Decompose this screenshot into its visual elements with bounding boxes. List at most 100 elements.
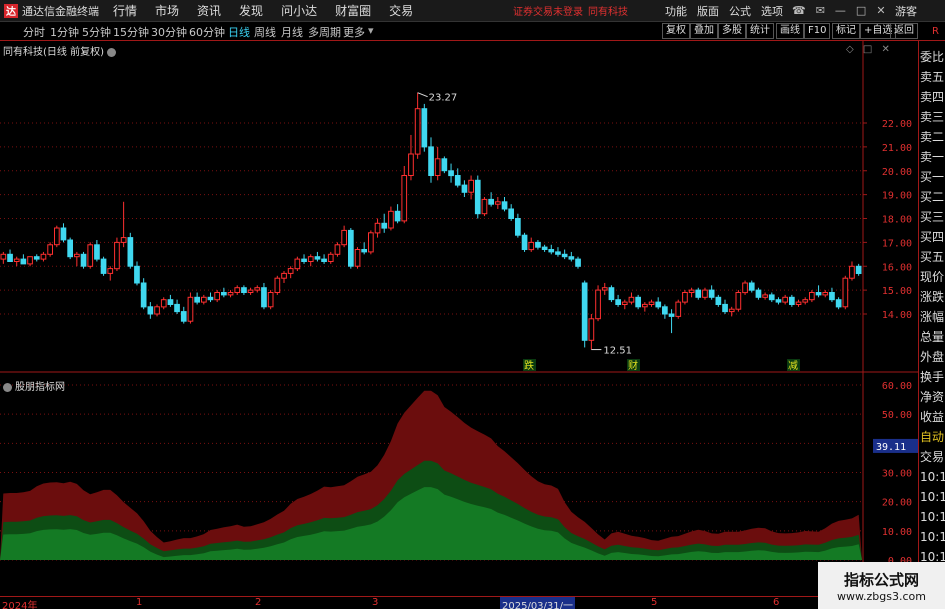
period-60min[interactable]: 60分钟 <box>189 24 225 40</box>
restore-icon[interactable]: □ <box>863 44 872 55</box>
quote-field-label: 委比 <box>920 50 945 64</box>
price-tick-label: 16.00 <box>882 262 912 273</box>
quote-field-label: 买三 <box>920 210 945 224</box>
period-monthly[interactable]: 月线 <box>281 24 303 40</box>
menu-faxian[interactable]: 发现 <box>239 2 263 19</box>
diejia-button[interactable]: 叠加 <box>690 23 718 39</box>
candle-body <box>274 277 281 293</box>
period-weekly[interactable]: 周线 <box>254 24 276 40</box>
biaoji-button[interactable]: 标记 <box>832 23 860 39</box>
candle-body <box>575 258 581 267</box>
menu-wenxiaoda[interactable]: 问小达 <box>281 2 317 19</box>
candle-body <box>548 249 555 253</box>
date-label-2: 2 <box>255 597 262 608</box>
period-30min[interactable]: 30分钟 <box>151 24 187 40</box>
period-more[interactable]: 更多 <box>343 24 365 40</box>
candle-body <box>154 306 160 315</box>
candle-body <box>621 301 628 306</box>
candle-body <box>20 258 27 265</box>
candle-body <box>167 299 174 306</box>
period-5min[interactable]: 5分钟 <box>82 24 111 40</box>
period-daily[interactable]: 日线 <box>228 24 250 40</box>
quote-field-label: 总量 <box>920 330 945 344</box>
quote-field-label: 卖二 <box>920 130 945 144</box>
price-tick-label: 18.00 <box>882 215 912 226</box>
user-label[interactable]: 游客 <box>895 3 917 19</box>
kline-chart[interactable]: 14.00 15.00 16.00 17.00 18.00 19.00 20.00 21.00… <box>0 41 918 596</box>
candle-body <box>468 179 474 193</box>
candle-body <box>120 237 127 243</box>
candle-body <box>675 301 682 317</box>
candle-body <box>461 184 468 193</box>
menu-gongneng[interactable]: 功能 <box>665 3 687 19</box>
quote-field-label: 卖五 <box>920 70 945 84</box>
candle-body <box>180 311 187 322</box>
quote-field-label: 净资 <box>920 390 945 404</box>
more-dropdown-icon[interactable]: ▾ <box>368 24 374 37</box>
close-icon[interactable]: ✕ <box>876 4 885 17</box>
app-logo: 达 <box>4 3 18 18</box>
duogu-button[interactable]: 多股 <box>718 23 746 39</box>
event-marker: 减 <box>788 360 798 372</box>
candle-body <box>314 256 321 260</box>
candle-body <box>855 265 862 275</box>
fuquan-button[interactable]: 复权 <box>662 23 690 39</box>
title-bar: 达 通达信金融终端 行情 市场 资讯 发现 问小达 财富圈 交易 证券交易未登录… <box>0 0 945 22</box>
expand-icon[interactable]: ◇ <box>846 44 854 55</box>
candle-body <box>742 282 748 294</box>
period-15min[interactable]: 15分钟 <box>113 24 149 40</box>
candle-body <box>474 179 481 215</box>
minimize-icon[interactable]: — <box>835 4 846 17</box>
menu-hangqing[interactable]: 行情 <box>113 2 137 19</box>
menu-gongshi[interactable]: 公式 <box>729 3 751 19</box>
candle-body <box>80 253 87 267</box>
period-fenshi[interactable]: 分时 <box>23 24 45 40</box>
period-multi[interactable]: 多周期 <box>308 24 341 40</box>
candle-body <box>535 241 541 248</box>
tongji-button[interactable]: 统计 <box>746 23 774 39</box>
trade-tab[interactable]: 自动 <box>920 427 945 447</box>
candle-body <box>94 244 100 260</box>
indicator-tick-label: 20.00 <box>882 498 912 509</box>
menu-banmian[interactable]: 版面 <box>697 3 719 19</box>
maximize-icon[interactable]: □ <box>856 4 866 17</box>
candle-body <box>207 296 214 301</box>
f10-button[interactable]: F10 <box>804 23 831 39</box>
date-label-3: 3 <box>372 597 379 608</box>
menu-jiaoyi[interactable]: 交易 <box>389 2 413 19</box>
chart-settings-icon[interactable] <box>106 47 116 57</box>
candle-body <box>194 296 201 303</box>
period-toolbar: 分时 1分钟 5分钟 15分钟 30分钟 60分钟 日线 周线 月线 多周期 更… <box>0 22 945 41</box>
candle-body <box>441 158 448 172</box>
candle-body <box>140 282 147 308</box>
huaxian-button[interactable]: 画线 <box>776 23 804 39</box>
menu-caifuquan[interactable]: 财富圈 <box>335 2 371 19</box>
mail-icon[interactable]: ✉ <box>816 4 825 17</box>
candle-body <box>87 244 94 267</box>
back-button[interactable]: 返回 <box>890 23 918 39</box>
candle-body <box>214 292 221 301</box>
candle-body <box>381 222 388 229</box>
menu-xuanxiang[interactable]: 选项 <box>761 3 783 19</box>
candle-body <box>247 289 254 294</box>
candle-body <box>354 249 361 267</box>
indicator-settings-icon[interactable] <box>3 382 12 392</box>
indicator-tick-label: 60.00 <box>882 381 912 392</box>
panel-tab-r[interactable]: R <box>932 26 939 37</box>
candle-body <box>254 287 261 291</box>
quote-field-label: 涨幅 <box>920 310 945 324</box>
support-icon[interactable]: ☎ <box>792 4 806 17</box>
candle-body <box>221 292 227 296</box>
watermark-url: www.zbgs3.com <box>837 589 926 603</box>
candle-body <box>615 299 621 306</box>
period-1min[interactable]: 1分钟 <box>50 24 79 40</box>
candle-body <box>334 244 341 255</box>
menu-zixun[interactable]: 资讯 <box>197 2 221 19</box>
close-chart-icon[interactable]: ✕ <box>882 44 890 55</box>
candle-body <box>234 287 241 293</box>
login-notice[interactable]: 证券交易未登录 <box>513 3 583 18</box>
candle-body <box>695 289 702 298</box>
trade-tab[interactable]: 交易 <box>920 447 945 467</box>
candle-body <box>581 282 588 341</box>
menu-shichang[interactable]: 市场 <box>155 2 179 19</box>
